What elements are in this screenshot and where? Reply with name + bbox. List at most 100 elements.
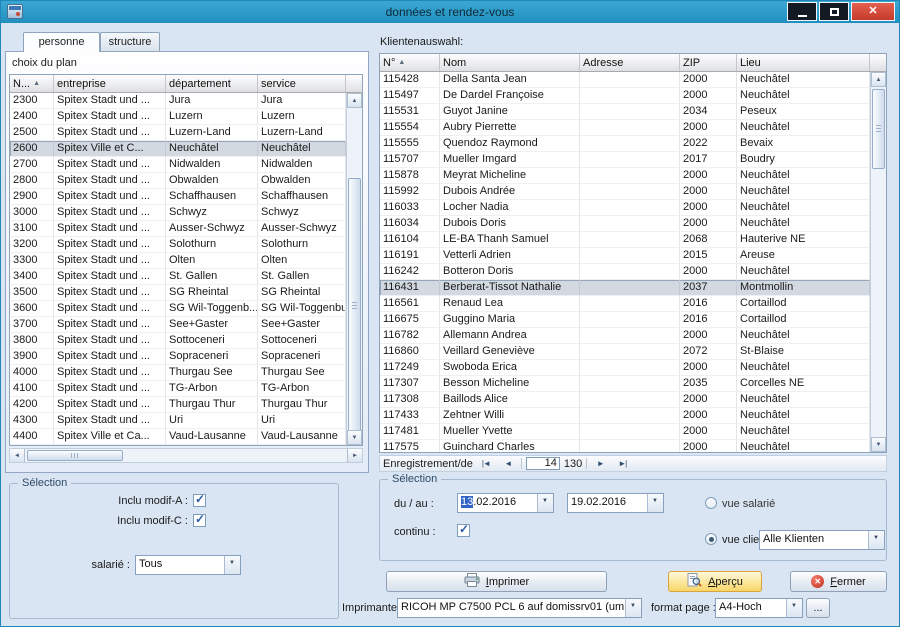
column-header[interactable]: N°▲ <box>380 54 440 71</box>
first-record-button[interactable] <box>477 457 495 470</box>
table-row[interactable]: 4200Spitex Stadt und ...Thurgau ThurThur… <box>10 397 346 413</box>
table-row[interactable]: 2600Spitex Ville et C...NeuchâtelNeuchât… <box>10 141 346 157</box>
table-row[interactable]: 4400Spitex Ville et Ca...Vaud-LausanneVa… <box>10 429 346 445</box>
table-row[interactable]: 116104LE-BA Thanh Samuel2068Hauterive NE <box>380 232 870 248</box>
plan-grid-hscrollbar[interactable]: ◄ ► <box>9 448 363 463</box>
table-row[interactable]: 116675Guggino Maria2016Cortaillod <box>380 312 870 328</box>
scroll-up-icon[interactable]: ▲ <box>347 93 362 108</box>
continu-checkbox[interactable] <box>457 524 470 537</box>
table-row[interactable]: 2400Spitex Stadt und ...LuzernLuzern <box>10 109 346 125</box>
table-row[interactable]: 4300Spitex Stadt und ...UriUri <box>10 413 346 429</box>
scroll-left-icon[interactable]: ◄ <box>10 449 25 462</box>
table-row[interactable]: 3400Spitex Stadt und ...St. GallenSt. Ga… <box>10 269 346 285</box>
table-row[interactable]: 2300Spitex Stadt und ...JuraJura <box>10 93 346 109</box>
inclu-modif-c-checkbox[interactable] <box>193 514 206 527</box>
table-row[interactable]: 2900Spitex Stadt und ...SchaffhausenScha… <box>10 189 346 205</box>
column-header[interactable]: N...▲ <box>10 75 54 92</box>
printer-dropdown[interactable]: RICOH MP C7500 PCL 6 auf domissrv01 (um <box>397 598 642 618</box>
scroll-thumb[interactable] <box>348 178 361 433</box>
fermer-button[interactable]: Fermer <box>790 571 887 592</box>
last-record-button[interactable] <box>613 457 631 470</box>
table-row[interactable]: 116561Renaud Lea2016Cortaillod <box>380 296 870 312</box>
table-row[interactable]: 2500Spitex Stadt und ...Luzern-LandLuzer… <box>10 125 346 141</box>
chevron-down-icon[interactable] <box>868 531 884 549</box>
table-row[interactable]: 116191Vetterli Adrien2015Areuse <box>380 248 870 264</box>
table-row[interactable]: 3300Spitex Stadt und ...OltenOlten <box>10 253 346 269</box>
column-header[interactable]: service <box>258 75 346 92</box>
scroll-down-icon[interactable]: ▼ <box>347 430 362 445</box>
minimize-button[interactable] <box>787 2 817 21</box>
table-row[interactable]: 115707Mueller Imgard2017Boudry <box>380 152 870 168</box>
column-header[interactable]: Adresse <box>580 54 680 71</box>
table-row[interactable]: 3200Spitex Stadt und ...SolothurnSolothu… <box>10 237 346 253</box>
column-header[interactable]: ZIP <box>680 54 737 71</box>
table-row[interactable]: 117575Guinchard Charles2000Neuchâtel <box>380 440 870 452</box>
table-row[interactable]: 116033Locher Nadia2000Neuchâtel <box>380 200 870 216</box>
column-header[interactable]: Lieu <box>737 54 870 71</box>
format-page-dropdown[interactable]: A4-Hoch <box>715 598 803 618</box>
column-header[interactable]: entreprise <box>54 75 166 92</box>
scroll-up-icon[interactable]: ▲ <box>871 72 886 87</box>
table-row[interactable]: 115555Quendoz Raymond2022Bevaix <box>380 136 870 152</box>
apercu-button[interactable]: Aperçu <box>668 571 762 592</box>
tab-personne[interactable]: personne <box>23 32 100 52</box>
table-row[interactable]: 3100Spitex Stadt und ...Ausser-SchwyzAus… <box>10 221 346 237</box>
plan-grid-vscrollbar[interactable]: ▲ ▼ <box>346 93 362 445</box>
maximize-button[interactable] <box>819 2 849 21</box>
table-row[interactable]: 3000Spitex Stadt und ...SchwyzSchwyz <box>10 205 346 221</box>
table-row[interactable]: 4100Spitex Stadt und ...TG-ArbonTG-Arbon <box>10 381 346 397</box>
table-row[interactable]: 3800Spitex Stadt und ...SottoceneriSotto… <box>10 333 346 349</box>
table-row[interactable]: 115428Della Santa Jean2000Neuchâtel <box>380 72 870 88</box>
clients-filter-dropdown[interactable]: Alle Klienten <box>759 530 885 550</box>
table-row[interactable]: 117433Zehtner Willi2000Neuchâtel <box>380 408 870 424</box>
chevron-down-icon[interactable] <box>224 556 240 574</box>
chevron-down-icon[interactable] <box>625 599 641 617</box>
table-row[interactable]: 115531Guyot Janine2034Peseux <box>380 104 870 120</box>
table-row[interactable]: 115497De Dardel Françoise2000Neuchâtel <box>380 88 870 104</box>
cell: 4000 <box>10 365 54 381</box>
scroll-down-icon[interactable]: ▼ <box>871 437 886 452</box>
tab-structure[interactable]: structure <box>100 32 160 51</box>
scroll-thumb[interactable] <box>872 89 885 169</box>
close-button[interactable]: ✕ <box>851 2 895 21</box>
date-to-picker[interactable]: 19.02.2016 <box>567 493 664 513</box>
scroll-thumb[interactable] <box>27 450 123 461</box>
table-row[interactable]: 2700Spitex Stadt und ...NidwaldenNidwald… <box>10 157 346 173</box>
vue-salarie-radio[interactable] <box>705 497 717 509</box>
table-row[interactable]: 116860Veillard Geneviève2072St-Blaise <box>380 344 870 360</box>
table-row[interactable]: 3700Spitex Stadt und ...See+GasterSee+Ga… <box>10 317 346 333</box>
table-row[interactable]: 117249Swoboda Erica2000Neuchâtel <box>380 360 870 376</box>
imprimer-button[interactable]: Imprimer <box>386 571 607 592</box>
record-position-input[interactable]: 14 <box>526 457 560 470</box>
next-record-button[interactable] <box>591 457 609 470</box>
table-row[interactable]: 116782Allemann Andrea2000Neuchâtel <box>380 328 870 344</box>
client-grid-vscrollbar[interactable]: ▲ ▼ <box>870 72 886 452</box>
vue-clients-radio[interactable] <box>705 533 717 545</box>
table-row[interactable]: 4000Spitex Stadt und ...Thurgau SeeThurg… <box>10 365 346 381</box>
browse-button[interactable]: ... <box>806 598 830 618</box>
inclu-modif-a-checkbox[interactable] <box>193 494 206 507</box>
table-row[interactable]: 116431Berberat-Tissot Nathalie2037Montmo… <box>380 280 870 296</box>
chevron-down-icon[interactable] <box>537 494 553 512</box>
table-row[interactable]: 3900Spitex Stadt und ...SopraceneriSopra… <box>10 349 346 365</box>
date-from-picker[interactable]: 13.02.2016 <box>457 493 554 513</box>
table-row[interactable]: 115878Meyrat Micheline2000Neuchâtel <box>380 168 870 184</box>
table-row[interactable]: 2800Spitex Stadt und ...ObwaldenObwalden <box>10 173 346 189</box>
table-row[interactable]: 115992Dubois Andrée2000Neuchâtel <box>380 184 870 200</box>
table-row[interactable]: 115554Aubry Pierrette2000Neuchâtel <box>380 120 870 136</box>
table-row[interactable]: 116034Dubois Doris2000Neuchâtel <box>380 216 870 232</box>
scroll-right-icon[interactable]: ► <box>347 449 362 462</box>
chevron-down-icon[interactable] <box>786 599 802 617</box>
salarie-dropdown[interactable]: Tous <box>135 555 241 575</box>
table-row[interactable]: 3600Spitex Stadt und ...SG Wil-Toggenb..… <box>10 301 346 317</box>
column-header[interactable]: Nom <box>440 54 580 71</box>
cell: Spitex Stadt und ... <box>54 285 166 301</box>
column-header[interactable]: département <box>166 75 258 92</box>
previous-record-button[interactable] <box>499 457 517 470</box>
table-row[interactable]: 117308Baillods Alice2000Neuchâtel <box>380 392 870 408</box>
table-row[interactable]: 117481Mueller Yvette2000Neuchâtel <box>380 424 870 440</box>
table-row[interactable]: 116242Botteron Doris2000Neuchâtel <box>380 264 870 280</box>
table-row[interactable]: 117307Besson Micheline2035Corcelles NE <box>380 376 870 392</box>
chevron-down-icon[interactable] <box>647 494 663 512</box>
table-row[interactable]: 3500Spitex Stadt und ...SG RheintalSG Rh… <box>10 285 346 301</box>
